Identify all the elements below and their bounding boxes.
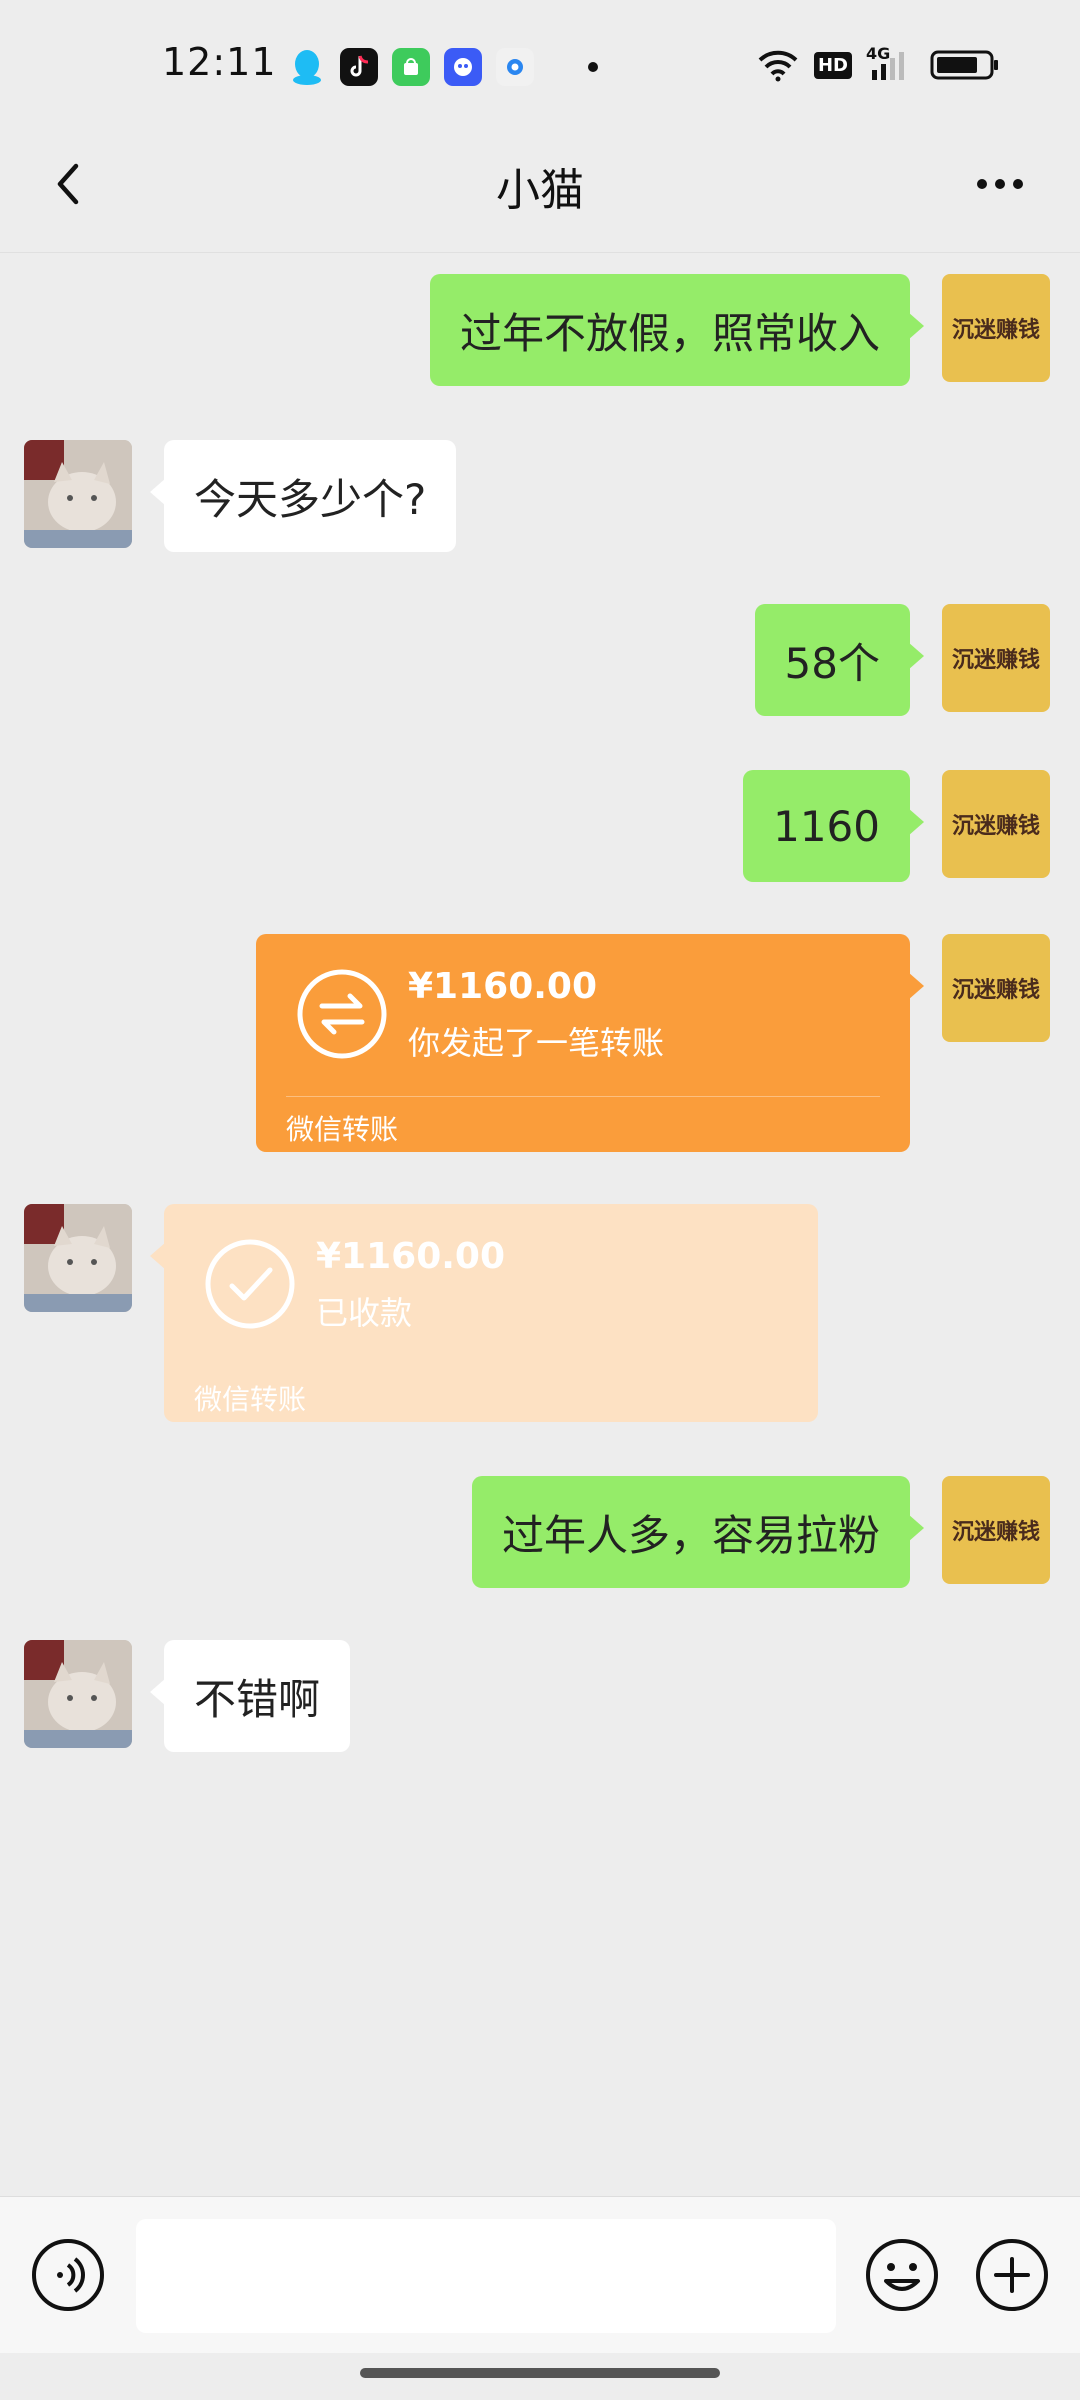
status-time: 12:11: [162, 40, 277, 84]
my-avatar[interactable]: 沉迷赚钱: [942, 604, 1050, 712]
emoji-icon[interactable]: [864, 2237, 940, 2313]
transfer-footer: 微信转账: [286, 1113, 399, 1146]
qq-app-icon: [288, 48, 326, 86]
transfer-card-received[interactable]: ¥1160.00 已收款 微信转账: [150, 1204, 818, 1422]
cellular-signal-icon: 4G: [866, 44, 916, 82]
chat-title: 小猫: [496, 165, 584, 216]
home-indicator[interactable]: [360, 2368, 720, 2378]
avatar-text: 沉迷赚钱: [951, 977, 1040, 1003]
my-avatar[interactable]: 沉迷赚钱: [942, 770, 1050, 878]
check-circle-icon: [205, 1239, 295, 1329]
chat-app-icon: [444, 48, 482, 86]
message-bubble[interactable]: 1160: [743, 770, 924, 882]
transfer-amount: ¥1160.00: [316, 1236, 506, 1277]
voice-icon[interactable]: [30, 2237, 106, 2313]
notification-icons: [288, 48, 598, 86]
chat-header: 小猫: [0, 124, 1080, 253]
message-bubble[interactable]: 过年不放假，照常收入: [429, 274, 925, 386]
transfer-card-sent[interactable]: ¥1160.00 你发起了一笔转账 微信转账: [256, 934, 924, 1152]
message-row: 过年人多，容易拉粉 沉迷赚钱: [0, 1476, 1080, 1588]
browser-app-icon: [496, 48, 534, 86]
contact-avatar[interactable]: [24, 440, 132, 548]
wifi-icon: [758, 50, 798, 82]
transfer-arrows-icon: [297, 969, 387, 1059]
message-input[interactable]: [136, 2219, 836, 2333]
message-bubble[interactable]: 58个: [754, 604, 925, 716]
message-bubble[interactable]: 不错啊: [149, 1640, 351, 1752]
my-avatar[interactable]: 沉迷赚钱: [942, 274, 1050, 382]
battery-icon: [930, 50, 998, 80]
tiktok-app-icon: [340, 48, 378, 86]
message-row: 58个 沉迷赚钱: [0, 604, 1080, 716]
transfer-status: 你发起了一笔转账: [408, 1024, 665, 1062]
store-app-icon: [392, 48, 430, 86]
transfer-status: 已收款: [316, 1294, 413, 1332]
avatar-text: 沉迷赚钱: [951, 813, 1040, 839]
message-bubble[interactable]: 过年人多，容易拉粉: [471, 1476, 925, 1588]
transfer-amount: ¥1160.00: [408, 966, 598, 1007]
message-row: 过年不放假，照常收入 沉迷赚钱: [0, 274, 1080, 386]
plus-icon[interactable]: [974, 2237, 1050, 2313]
contact-avatar[interactable]: [24, 1640, 132, 1748]
input-bar: [0, 2196, 1080, 2353]
status-bar: 12:11 HD 4G: [0, 0, 1080, 124]
message-row: 今天多少个?: [0, 440, 1080, 552]
my-avatar[interactable]: 沉迷赚钱: [942, 934, 1050, 1042]
more-notifications-dot: [588, 62, 598, 72]
message-row: ¥1160.00 已收款 微信转账: [0, 1204, 1080, 1422]
message-row: ¥1160.00 你发起了一笔转账 微信转账 沉迷赚钱: [0, 934, 1080, 1152]
transfer-footer: 微信转账: [194, 1383, 307, 1416]
message-row: 1160 沉迷赚钱: [0, 770, 1080, 882]
transfer-divider: [286, 1096, 880, 1097]
my-avatar[interactable]: 沉迷赚钱: [942, 1476, 1050, 1584]
contact-avatar[interactable]: [24, 1204, 132, 1312]
avatar-text: 沉迷赚钱: [951, 647, 1040, 673]
message-row: 不错啊: [0, 1640, 1080, 1752]
more-options-button[interactable]: [960, 164, 1040, 204]
avatar-text: 沉迷赚钱: [951, 317, 1040, 343]
message-bubble[interactable]: 今天多少个?: [149, 440, 457, 552]
hd-badge: HD: [813, 51, 852, 79]
avatar-text: 沉迷赚钱: [951, 1519, 1040, 1545]
system-icons: HD 4G: [756, 44, 1000, 82]
